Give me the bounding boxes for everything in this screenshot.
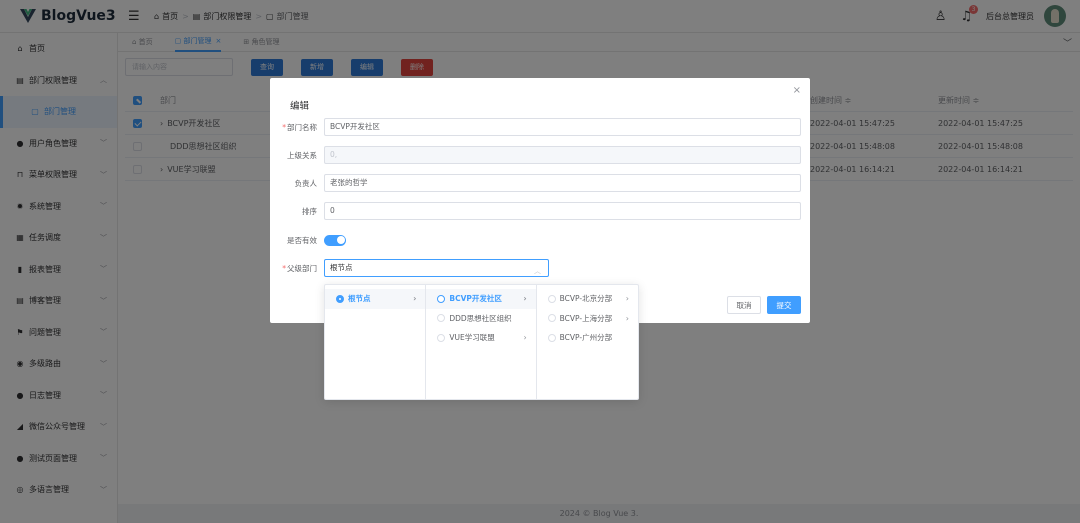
radio-button[interactable] bbox=[547, 314, 556, 323]
chevron-right-icon: › bbox=[413, 294, 417, 304]
cascader-column-3: BCVP-北京分部 › BCVP-上海分部 › BCVP-广州分部 bbox=[537, 285, 638, 399]
form-row-parent-relation: 上级关系 0, bbox=[270, 146, 810, 164]
cascader-option[interactable]: VUE学习联盟 › bbox=[426, 328, 535, 348]
form-row-parent-dept: *父级部门 根节点 ︿ bbox=[270, 259, 810, 277]
cascader-column-2: BCVP开发社区 › DDD思想社区组织 VUE学习联盟 › bbox=[426, 285, 537, 399]
cascader-option[interactable]: 根节点 › bbox=[325, 289, 426, 309]
order-field[interactable]: 0 bbox=[324, 202, 801, 220]
cascader-option[interactable]: DDD思想社区组织 bbox=[426, 309, 535, 329]
option-label: VUE学习联盟 bbox=[449, 333, 495, 343]
option-label: BCVP-广州分部 bbox=[559, 333, 613, 343]
chevron-right-icon: › bbox=[625, 313, 629, 323]
cascader-option[interactable]: BCVP开发社区 › bbox=[426, 289, 536, 309]
enabled-switch[interactable] bbox=[324, 234, 346, 246]
form-row-enabled: 是否有效 bbox=[270, 231, 810, 249]
cascader-option[interactable]: BCVP-上海分部 › bbox=[537, 309, 638, 329]
form-row-leader: 负责人 老张的哲学 bbox=[270, 174, 810, 192]
cascader-dropdown: 根节点 › BCVP开发社区 › DDD思想社区组织 VUE学习联盟 › BCV… bbox=[324, 284, 639, 400]
cascader-value: 根节点 bbox=[330, 263, 353, 272]
dept-name-field[interactable]: BCVP开发社区 bbox=[324, 118, 801, 136]
field-label: *部门名称 bbox=[282, 122, 317, 132]
cascader-column-1: 根节点 › bbox=[325, 285, 427, 399]
chevron-right-icon: › bbox=[523, 333, 527, 343]
radio-button[interactable] bbox=[437, 314, 446, 323]
cascader-option[interactable]: BCVP-北京分部 › bbox=[537, 289, 638, 309]
chevron-right-icon: › bbox=[523, 294, 527, 304]
field-label: 负责人 bbox=[294, 178, 318, 188]
option-label: 根节点 bbox=[348, 294, 371, 304]
leader-field[interactable]: 老张的哲学 bbox=[324, 174, 801, 192]
dialog-title: 编辑 bbox=[290, 101, 310, 112]
radio-button[interactable] bbox=[437, 294, 446, 303]
radio-button[interactable] bbox=[547, 333, 556, 342]
chevron-up-icon: ︿ bbox=[534, 267, 541, 275]
parent-dept-cascader[interactable]: 根节点 ︿ bbox=[324, 259, 549, 277]
option-label: BCVP-上海分部 bbox=[559, 313, 613, 323]
cascader-option[interactable]: BCVP-广州分部 bbox=[537, 328, 638, 348]
chevron-right-icon: › bbox=[625, 294, 629, 304]
form-row-order: 排序 0 bbox=[270, 202, 810, 220]
radio-button[interactable] bbox=[437, 333, 446, 342]
field-label: 上级关系 bbox=[287, 150, 317, 160]
option-label: BCVP开发社区 bbox=[449, 294, 502, 304]
option-label: DDD思想社区组织 bbox=[449, 313, 512, 323]
option-label: BCVP-北京分部 bbox=[559, 294, 613, 304]
field-label: 排序 bbox=[302, 206, 317, 216]
radio-button[interactable] bbox=[336, 294, 344, 303]
close-icon[interactable]: × bbox=[793, 85, 801, 96]
cancel-button[interactable]: 取消 bbox=[727, 296, 761, 314]
radio-button[interactable] bbox=[547, 294, 556, 303]
field-label: *父级部门 bbox=[282, 263, 317, 273]
parent-relation-field: 0, bbox=[324, 146, 801, 164]
field-label: 是否有效 bbox=[287, 235, 317, 245]
submit-button[interactable]: 提交 bbox=[767, 296, 801, 314]
form-row-name: *部门名称 BCVP开发社区 bbox=[270, 118, 810, 136]
